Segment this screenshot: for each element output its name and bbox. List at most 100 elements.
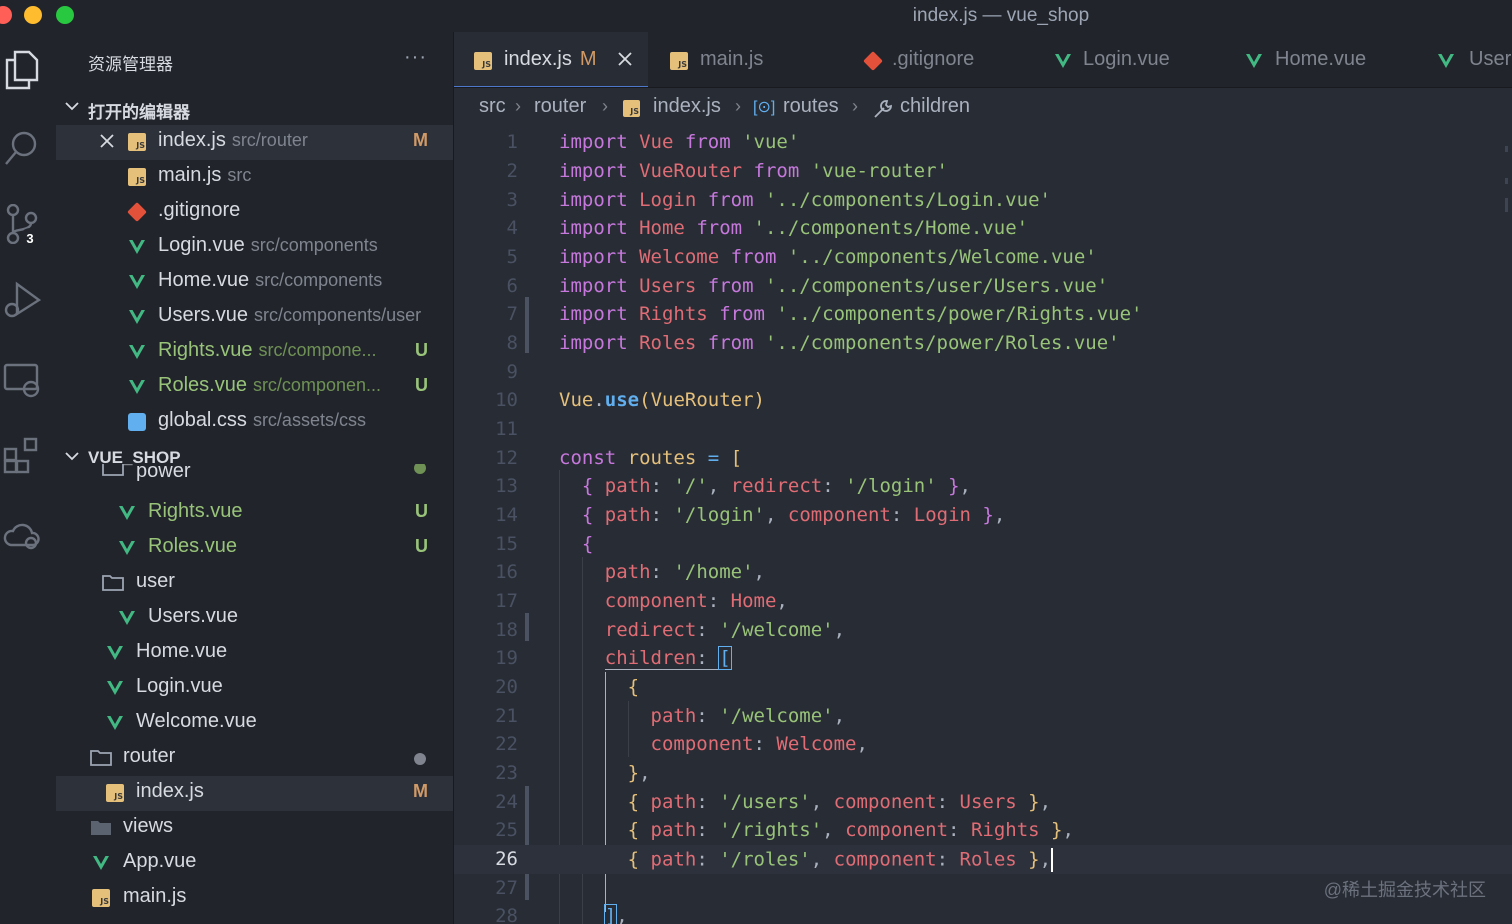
file-name: user — [136, 570, 175, 592]
tree-item-file[interactable]: Login.vue — [56, 671, 453, 706]
close-icon[interactable] — [616, 50, 634, 68]
text-cursor — [1051, 848, 1054, 872]
tab-main-js[interactable]: JS main.js — [650, 32, 840, 87]
search-icon[interactable] — [0, 126, 44, 170]
tree-item-file[interactable]: Rights.vue U — [56, 496, 453, 531]
breadcrumb-item[interactable]: children — [900, 95, 970, 118]
tab-login-vue[interactable]: Login.vue — [1036, 32, 1226, 87]
code-line: 8 import Roles from '../components/power/… — [454, 329, 1512, 358]
vue-file-icon — [1245, 52, 1263, 70]
more-actions-button[interactable]: ··· — [404, 46, 427, 69]
file-path: src/componen... — [252, 375, 381, 395]
code-line: 22 component: Welcome, — [454, 730, 1512, 759]
vue-file-icon — [106, 679, 124, 697]
line-number: 20 — [495, 676, 518, 698]
line-number: 18 — [495, 619, 518, 641]
line-number: 22 — [495, 733, 518, 755]
overview-ruler-mark — [1505, 146, 1508, 152]
code-line: 16 path: '/home', — [454, 558, 1512, 587]
close-icon[interactable] — [98, 132, 116, 150]
file-path: src/router — [231, 130, 308, 150]
open-editor-item[interactable]: global.css src/assets/css — [56, 405, 453, 440]
tree-item-file[interactable]: Welcome.vue — [56, 706, 453, 741]
tree-item-folder[interactable]: views — [56, 811, 453, 846]
breadcrumb-item[interactable]: routes — [783, 95, 839, 118]
css-file-icon — [128, 413, 146, 431]
git-file-icon — [127, 202, 147, 222]
tab-label: User — [1469, 48, 1512, 70]
file-name: views — [123, 815, 174, 837]
vue-file-icon — [118, 504, 136, 522]
tree-item-file[interactable]: Home.vue — [56, 636, 453, 671]
line-number: 25 — [495, 819, 518, 841]
watermark: @稀土掘金技术社区 — [1323, 880, 1486, 900]
breadcrumb-item[interactable]: src — [479, 95, 506, 118]
code-line: 24 { path: '/users', component: Users }, — [454, 788, 1512, 817]
tree-item-file[interactable]: Roles.vue U — [56, 531, 453, 566]
tab-home-vue[interactable]: Home.vue — [1228, 32, 1418, 87]
explorer-sidebar: 资源管理器 ··· 打开的编辑器 JS index.js src/router M… — [56, 32, 454, 924]
file-name: index.js — [136, 780, 204, 802]
code-line: 5 import Welcome from '../components/Welc… — [454, 243, 1512, 272]
open-editor-item[interactable]: Users.vue src/components/user — [56, 300, 453, 335]
code-line-current: 26 { path: '/roles', component: Roles }, — [454, 845, 1512, 874]
file-name: router — [123, 745, 176, 767]
line-number: 21 — [495, 705, 518, 727]
file-name: Rights.vue — [148, 500, 243, 522]
line-number: 1 — [506, 131, 518, 153]
tree-item-file[interactable]: App.vue — [56, 846, 453, 881]
code-line: 10 Vue.use(VueRouter) — [454, 386, 1512, 415]
line-number: 7 — [506, 303, 518, 325]
modified-indicator: M — [579, 48, 597, 70]
file-name: Login.vue — [158, 234, 245, 256]
tree-item-folder[interactable]: router — [56, 741, 453, 776]
line-number: 15 — [495, 533, 518, 555]
tree-item-folder[interactable]: power — [56, 464, 453, 488]
variable-icon: [⊙] — [753, 99, 776, 116]
folder-icon — [90, 818, 111, 836]
js-file-icon: JS — [106, 784, 124, 802]
remote-explorer-icon[interactable] — [0, 358, 44, 402]
extensions-icon[interactable] — [0, 434, 44, 478]
code-line: 11 — [454, 415, 1512, 444]
file-name: index.js — [158, 129, 226, 151]
open-editor-item[interactable]: .gitignore — [56, 195, 453, 230]
file-name: main.js — [123, 885, 187, 907]
cloud-icon[interactable] — [0, 514, 44, 558]
breadcrumb-item[interactable]: index.js — [653, 95, 721, 118]
tab-gitignore[interactable]: .gitignore — [842, 32, 1034, 87]
line-number: 5 — [506, 246, 518, 268]
tree-item-file[interactable]: Users.vue — [56, 601, 453, 636]
line-number: 19 — [495, 647, 518, 669]
explorer-icon[interactable] — [0, 48, 44, 92]
open-editor-item[interactable]: JS index.js src/router M — [56, 125, 453, 160]
open-editor-item[interactable]: Login.vue src/components — [56, 230, 453, 265]
js-file-icon: JS — [623, 100, 640, 117]
tree-item-folder[interactable]: user — [56, 566, 453, 601]
tab-users-vue[interactable]: User — [1420, 32, 1512, 87]
js-file-icon: JS — [670, 52, 688, 70]
file-path: src/components — [255, 270, 383, 290]
tree-item-file[interactable]: JS index.js M — [56, 776, 453, 811]
open-editor-item[interactable]: JS main.js src — [56, 160, 453, 195]
vue-file-icon — [92, 854, 110, 872]
run-debug-icon[interactable] — [0, 278, 44, 322]
js-file-icon: JS — [128, 133, 146, 151]
vue-file-icon — [128, 308, 146, 326]
line-number: 26 — [495, 848, 518, 870]
tree-item-file[interactable]: JS main.js — [56, 881, 453, 916]
open-editor-item[interactable]: Roles.vue src/componen... U — [56, 370, 453, 405]
code-line: 21 path: '/welcome', — [454, 702, 1512, 731]
open-editor-item[interactable]: Rights.vue src/compone... U — [56, 335, 453, 370]
vue-file-icon — [118, 539, 136, 557]
tab-label: Login.vue — [1083, 48, 1170, 70]
tab-index-js[interactable]: JS index.js M — [454, 32, 648, 87]
code-editor[interactable]: 1 import Vue from 'vue' 2 import VueRouter… — [454, 128, 1512, 924]
code-line: 19 children: [ — [454, 644, 1512, 673]
breadcrumb-item[interactable]: router — [534, 95, 586, 118]
open-editors-section[interactable]: 打开的编辑器 — [56, 94, 453, 124]
title-bar: index.js — vue_shop — [0, 0, 1512, 32]
file-name: Roles.vue — [158, 374, 247, 396]
file-name: .gitignore — [158, 199, 241, 221]
open-editor-item[interactable]: Home.vue src/components — [56, 265, 453, 300]
